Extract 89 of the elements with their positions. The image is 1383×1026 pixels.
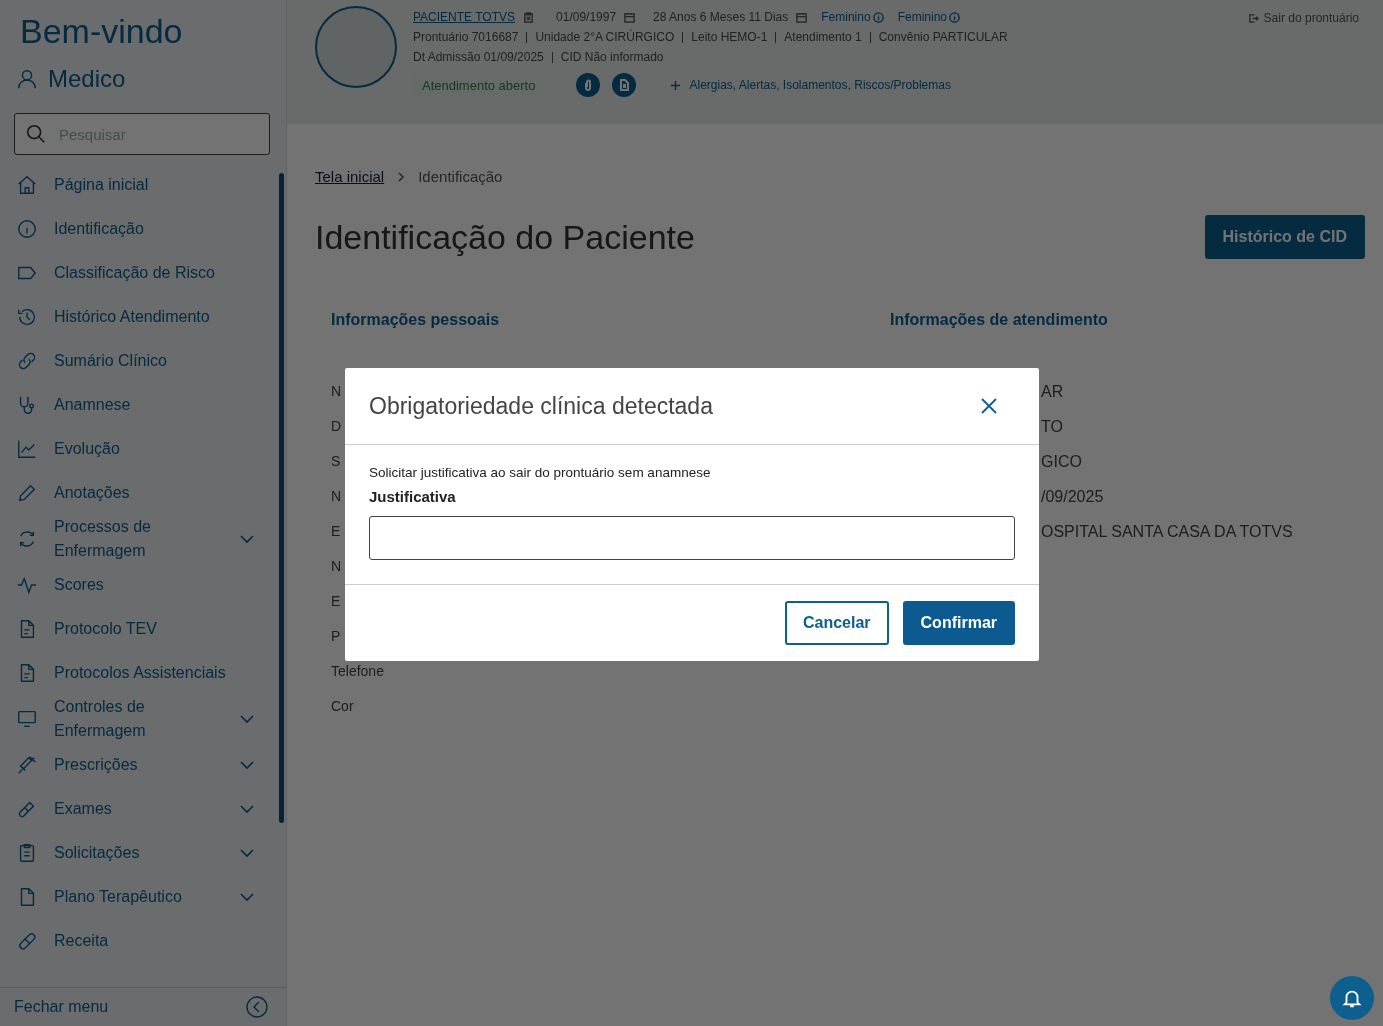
menu-item[interactable]: Scores <box>0 563 272 607</box>
menu-item[interactable]: Página inicial <box>0 163 272 207</box>
plus-icon <box>670 79 682 91</box>
menu-item[interactable]: Exames <box>0 787 272 831</box>
menu-item[interactable]: Controles de Enfermagem <box>0 695 272 743</box>
section-title: Informações de atendimento <box>890 311 1109 329</box>
user-icon <box>16 68 38 90</box>
field-label: Telefone <box>331 663 384 679</box>
menu-item[interactable]: Anamnese <box>0 383 272 427</box>
field-value: AR <box>1041 383 1064 401</box>
cid-history-button[interactable]: Histórico de CID <box>1204 215 1365 259</box>
info-icon[interactable] <box>949 11 960 23</box>
info-icon[interactable] <box>872 11 884 23</box>
cancel-button[interactable]: Cancelar <box>784 601 889 645</box>
menu-item[interactable]: Solicitações <box>0 831 272 875</box>
exit-chart-link[interactable]: Sair do prontuário <box>1263 11 1359 25</box>
chevron-right-icon <box>396 171 407 182</box>
menu-icon <box>16 306 38 328</box>
calendar-icon <box>796 11 808 23</box>
justification-input[interactable] <box>369 516 1015 560</box>
menu-icon <box>16 482 38 504</box>
menu-item[interactable]: Processos de Enfermagem <box>0 515 272 563</box>
breadcrumb-current: Identificação <box>418 168 503 185</box>
menu-item[interactable]: Identificação <box>0 207 272 251</box>
status-chip: Atendimento aberto <box>413 74 545 96</box>
patient-detail: Unidade 2°A CIRÚRGICO <box>535 30 675 44</box>
menu-icon <box>16 574 38 596</box>
attachment-button[interactable] <box>576 73 601 97</box>
patient-detail: Atendimento 1 <box>784 30 862 44</box>
field-value: /09/2025 <box>1041 488 1104 506</box>
field-label: N <box>331 558 342 574</box>
collapse-icon <box>246 996 268 1018</box>
field-label: Cor <box>331 698 354 714</box>
dialog-title: Obrigatoriedade clínica detectada <box>369 392 713 420</box>
menu-icon <box>16 350 38 372</box>
menu-item[interactable]: Prescrições <box>0 743 272 787</box>
scrollbar[interactable] <box>279 173 284 823</box>
field-label: P <box>331 628 341 644</box>
field-value: TO <box>1041 418 1063 436</box>
menu-icon <box>16 754 38 776</box>
menu-item[interactable]: Evolução <box>0 427 272 471</box>
menu-item[interactable]: Anotações <box>0 471 272 515</box>
document-icon <box>618 79 631 91</box>
document-button[interactable] <box>612 73 637 97</box>
patient-detail: Leito HEMO-1 <box>691 30 768 44</box>
menu-icon <box>16 438 38 460</box>
menu-item[interactable]: Protocolo TEV <box>0 607 272 651</box>
menu-item[interactable]: Receita <box>0 919 272 963</box>
patient-age: 28 Anos 6 Meses 11 Dias <box>653 10 789 24</box>
breadcrumb-link[interactable]: Tela inicial <box>315 168 385 185</box>
clipboard-icon[interactable] <box>523 11 535 23</box>
menu-item[interactable]: Classificação de Risco <box>0 251 272 295</box>
menu-item[interactable]: Plano Terapêutico <box>0 875 272 919</box>
field-label: N <box>331 383 342 399</box>
sex-label: Feminino <box>897 10 947 24</box>
birth-date: 01/09/1997 <box>556 10 617 24</box>
menu-icon <box>16 708 38 730</box>
admission-detail: CID Não informado <box>560 50 664 64</box>
field-label: S <box>331 453 341 469</box>
menu-item[interactable]: Histórico Atendimento <box>0 295 272 339</box>
page-title: Identificação do Paciente <box>315 217 695 257</box>
calendar-icon <box>624 11 636 23</box>
patient-name-link[interactable]: PACIENTE TOTVS <box>413 10 516 24</box>
exit-icon <box>1247 12 1259 24</box>
menu-item[interactable]: Protocolos Assistenciais <box>0 651 272 695</box>
sex-label: Feminino <box>821 10 871 24</box>
field-label: N <box>331 488 342 504</box>
confirm-button[interactable]: Confirmar <box>902 601 1015 645</box>
search-icon <box>25 123 47 145</box>
field-label: D <box>331 418 342 434</box>
close-menu-button[interactable]: Fechar menu <box>0 987 286 1026</box>
field-label: E <box>331 523 341 539</box>
field-value: OSPITAL SANTA CASA DA TOTVS <box>1041 523 1293 541</box>
dialog-message: Solicitar justificativa ao sair do prontuário sem anamnese <box>369 465 712 480</box>
field-value: GICO <box>1041 453 1082 471</box>
menu-icon <box>16 174 38 196</box>
welcome-heading: Bem-vindo <box>19 11 184 51</box>
admission-detail: Dt Admissão 01/09/2025 <box>413 50 544 64</box>
patient-detail: Convênio PARTICULAR <box>878 30 1008 44</box>
close-icon[interactable] <box>979 396 999 416</box>
field-label: Justificativa <box>369 488 457 505</box>
patient-detail: Prontuário 7016687 <box>413 30 519 44</box>
field-label: E <box>331 593 341 609</box>
alerts-link[interactable]: Alergias, Alertas, Isolamentos, Riscos/Problemas <box>670 78 951 92</box>
menu-icon <box>16 930 38 952</box>
section-title: Informações pessoais <box>331 311 501 329</box>
user-name: Medico <box>48 65 126 93</box>
menu-icon <box>16 218 38 240</box>
menu-item[interactable]: Sumário Clínico <box>0 339 272 383</box>
